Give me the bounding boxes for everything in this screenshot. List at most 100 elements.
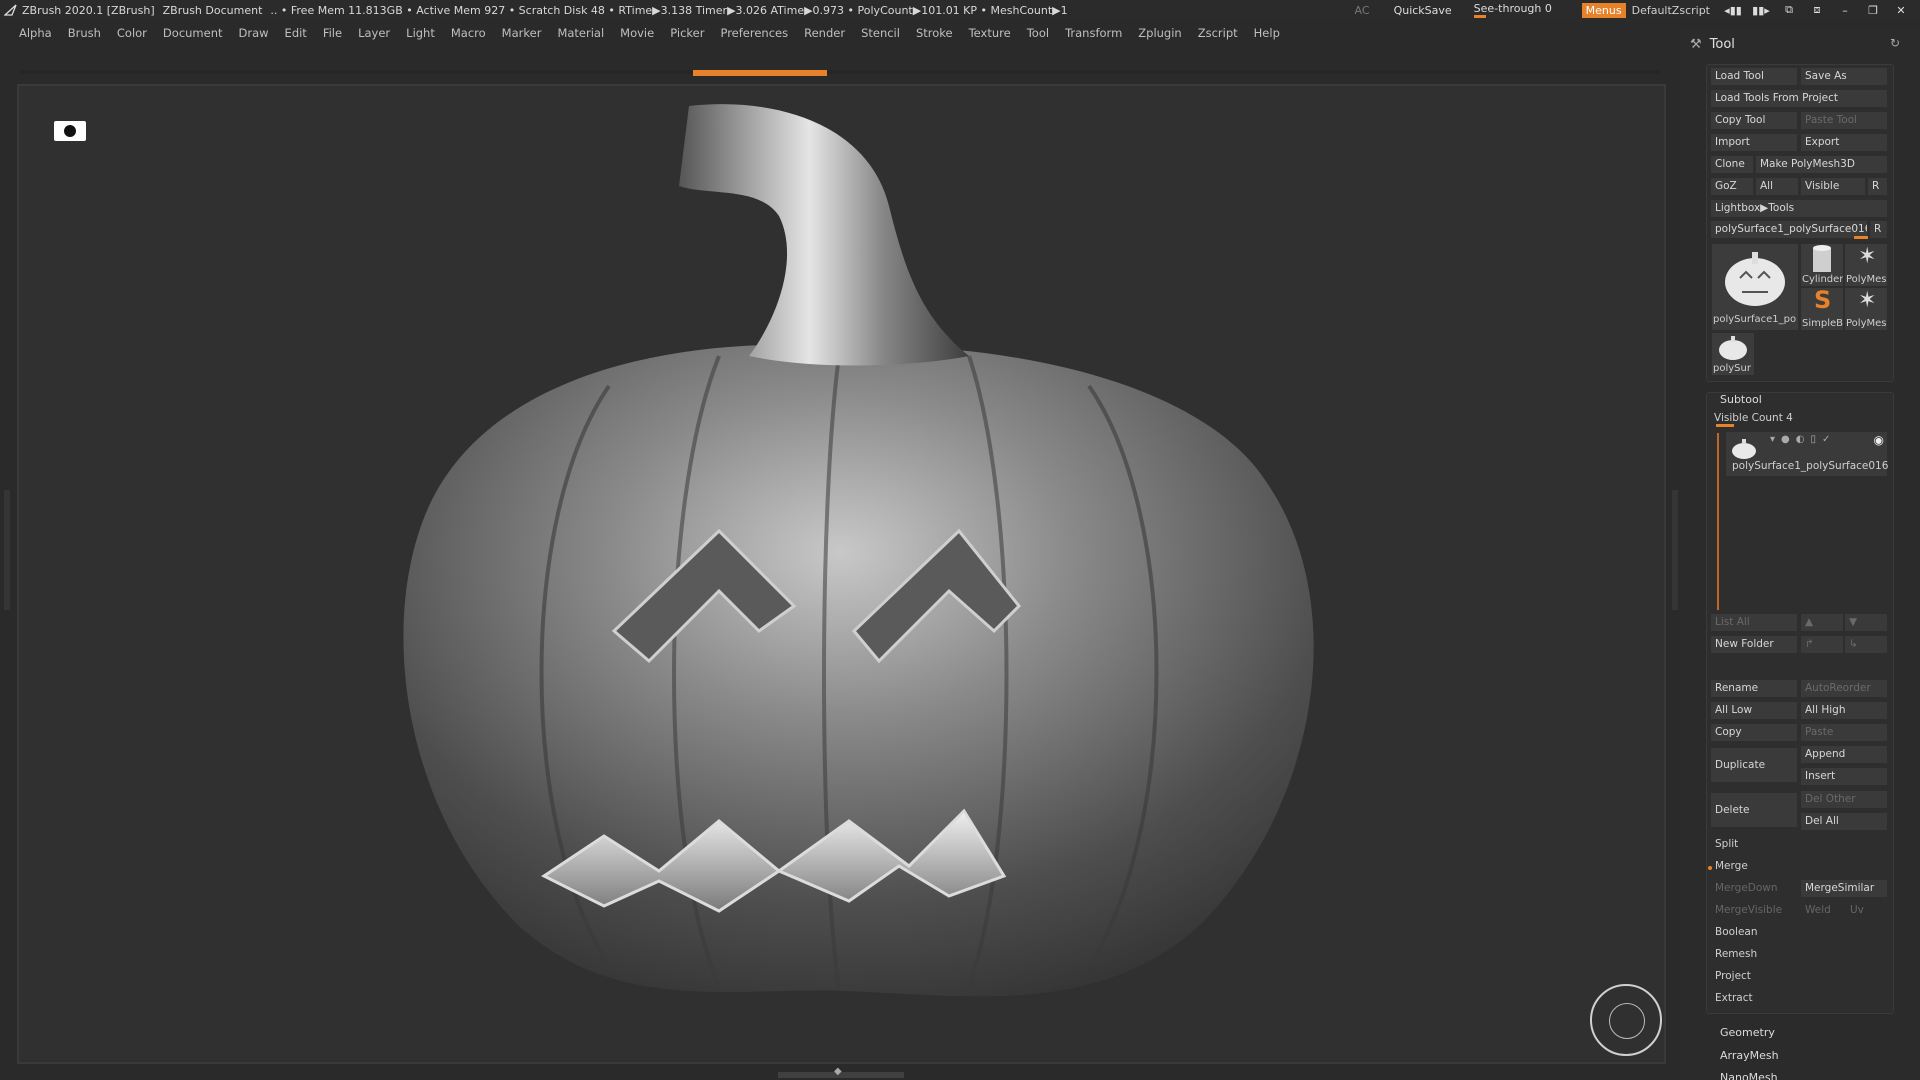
menu-macro[interactable]: Macro (451, 26, 486, 40)
lightbox-tools-button[interactable]: Lightbox▶Tools (1711, 200, 1887, 217)
del-all-button[interactable]: Del All (1801, 813, 1887, 830)
menu-help[interactable]: Help (1254, 26, 1280, 40)
bottom-tray-handle[interactable]: ◆ (778, 1066, 904, 1078)
menu-zscript[interactable]: Zscript (1198, 26, 1238, 40)
new-folder-button[interactable]: New Folder (1711, 636, 1797, 653)
menu-stencil[interactable]: Stencil (861, 26, 900, 40)
load-tool-button[interactable]: Load Tool (1711, 68, 1797, 85)
menu-document[interactable]: Document (163, 26, 223, 40)
right-tray-handle[interactable] (1672, 490, 1678, 610)
ac-button[interactable]: AC (1355, 4, 1370, 17)
del-other-button[interactable]: Del Other (1801, 791, 1887, 808)
camera-icon[interactable] (54, 121, 86, 141)
menu-layer[interactable]: Layer (358, 26, 390, 40)
merge-section[interactable]: Merge (1715, 860, 1748, 872)
menu-light[interactable]: Light (406, 26, 435, 40)
window-layout-icon[interactable]: ⧈ (1808, 3, 1826, 17)
refresh-icon[interactable]: ↻ (1890, 36, 1900, 50)
tool-thumb-small[interactable]: polySur (1712, 333, 1754, 375)
split-section[interactable]: Split (1715, 838, 1738, 850)
tool-panel-header[interactable]: ⚒ Tool (1690, 34, 1735, 54)
tool-thumb-polymesh-2[interactable]: ✶ PolyMes (1845, 288, 1887, 330)
extract-section[interactable]: Extract (1715, 992, 1753, 1004)
menu-texture[interactable]: Texture (969, 26, 1011, 40)
nanomesh-section[interactable]: NanoMesh (1720, 1071, 1778, 1080)
list-all-button[interactable]: List All (1711, 614, 1797, 631)
navigation-gizmo[interactable] (1590, 984, 1662, 1056)
goz-r-button[interactable]: R (1868, 178, 1887, 195)
export-button[interactable]: Export (1801, 134, 1887, 151)
menu-preferences[interactable]: Preferences (720, 26, 788, 40)
move-down-button[interactable]: ▼ (1845, 614, 1887, 631)
menu-material[interactable]: Material (557, 26, 604, 40)
arraymesh-section[interactable]: ArrayMesh (1720, 1049, 1779, 1062)
menu-transform[interactable]: Transform (1065, 26, 1122, 40)
all-high-button[interactable]: All High (1801, 702, 1887, 719)
menu-color[interactable]: Color (117, 26, 147, 40)
goz-all-button[interactable]: All (1756, 178, 1798, 195)
menu-marker[interactable]: Marker (502, 26, 542, 40)
autoreorder-button[interactable]: AutoReorder (1801, 680, 1887, 697)
all-low-button[interactable]: All Low (1711, 702, 1797, 719)
weld-toggle[interactable]: Weld (1805, 904, 1831, 916)
paste-button[interactable]: Paste (1801, 724, 1887, 741)
remesh-section[interactable]: Remesh (1715, 948, 1757, 960)
tool-thumb-cylinder[interactable]: Cylinder (1801, 244, 1843, 286)
window-swap-icon[interactable]: ⧉ (1780, 3, 1798, 17)
project-section[interactable]: Project (1715, 970, 1751, 982)
copy-button[interactable]: Copy (1711, 724, 1797, 741)
geometry-section[interactable]: Geometry (1720, 1026, 1775, 1039)
clone-button[interactable]: Clone (1711, 156, 1753, 173)
close-icon[interactable]: ✕ (1892, 3, 1910, 17)
delete-button[interactable]: Delete (1711, 793, 1797, 827)
insert-button[interactable]: Insert (1801, 768, 1887, 785)
rename-button[interactable]: Rename (1711, 680, 1797, 697)
subtool-scrollbar[interactable] (1717, 433, 1719, 610)
menu-render[interactable]: Render (804, 26, 845, 40)
tool-thumb-polymesh-1[interactable]: ✶ PolyMes (1845, 244, 1887, 286)
move-up-button[interactable]: ▲ (1801, 614, 1843, 631)
save-as-button[interactable]: Save As (1801, 68, 1887, 85)
restore-icon[interactable]: ❐ (1864, 3, 1882, 17)
menu-alpha[interactable]: Alpha (19, 26, 52, 40)
left-tray-handle[interactable] (4, 490, 10, 610)
current-tool-r-button[interactable]: R (1870, 221, 1887, 238)
tool-thumb-simplebrush[interactable]: S SimpleB (1801, 288, 1843, 330)
eye-icon[interactable]: ◉ (1874, 433, 1884, 447)
default-zscript-button[interactable]: DefaultZscript (1632, 4, 1710, 17)
uv-toggle[interactable]: Uv (1850, 904, 1864, 916)
menu-movie[interactable]: Movie (620, 26, 654, 40)
menu-picker[interactable]: Picker (670, 26, 704, 40)
subtool-title[interactable]: Subtool (1720, 393, 1762, 406)
menu-file[interactable]: File (323, 26, 342, 40)
tool-thumb-main[interactable]: polySurface1_po (1712, 244, 1798, 330)
visible-count-slider[interactable]: Visible Count 4 (1714, 412, 1793, 424)
menus-toggle[interactable]: Menus (1581, 2, 1626, 18)
menu-brush[interactable]: Brush (68, 26, 101, 40)
paste-tool-button[interactable]: Paste Tool (1801, 112, 1887, 129)
mergevisible-button[interactable]: MergeVisible (1715, 904, 1782, 916)
menu-tool[interactable]: Tool (1027, 26, 1049, 40)
menu-draw[interactable]: Draw (239, 26, 269, 40)
current-tool-slider[interactable]: polySurface1_polySurface016 (1711, 221, 1867, 238)
menu-zplugin[interactable]: Zplugin (1138, 26, 1181, 40)
import-button[interactable]: Import (1711, 134, 1797, 151)
goz-button[interactable]: GoZ (1711, 178, 1753, 195)
minimize-icon[interactable]: – (1836, 3, 1854, 17)
mergesimilar-button[interactable]: MergeSimilar (1801, 880, 1887, 897)
see-through-slider[interactable]: See-through 0 (1473, 2, 1564, 18)
quicksave-button[interactable]: QuickSave (1394, 4, 1452, 17)
menu-stroke[interactable]: Stroke (916, 26, 953, 40)
folder-move-up-button[interactable]: ↱ (1801, 636, 1843, 653)
mergedown-button[interactable]: MergeDown (1715, 882, 1778, 894)
goz-visible-button[interactable]: Visible (1801, 178, 1865, 195)
copy-tool-button[interactable]: Copy Tool (1711, 112, 1797, 129)
canvas-viewport[interactable] (17, 84, 1666, 1064)
duplicate-button[interactable]: Duplicate (1711, 748, 1797, 782)
make-polymesh-button[interactable]: Make PolyMesh3D (1756, 156, 1887, 173)
layout-right-icon[interactable]: ▮▮▸ (1752, 3, 1770, 17)
boolean-section[interactable]: Boolean (1715, 926, 1758, 938)
subtool-list-item[interactable]: ▾●◐▯✓ ◉ polySurface1_polySurface016 (1726, 432, 1888, 476)
menu-edit[interactable]: Edit (285, 26, 307, 40)
folder-move-down-button[interactable]: ↳ (1845, 636, 1887, 653)
